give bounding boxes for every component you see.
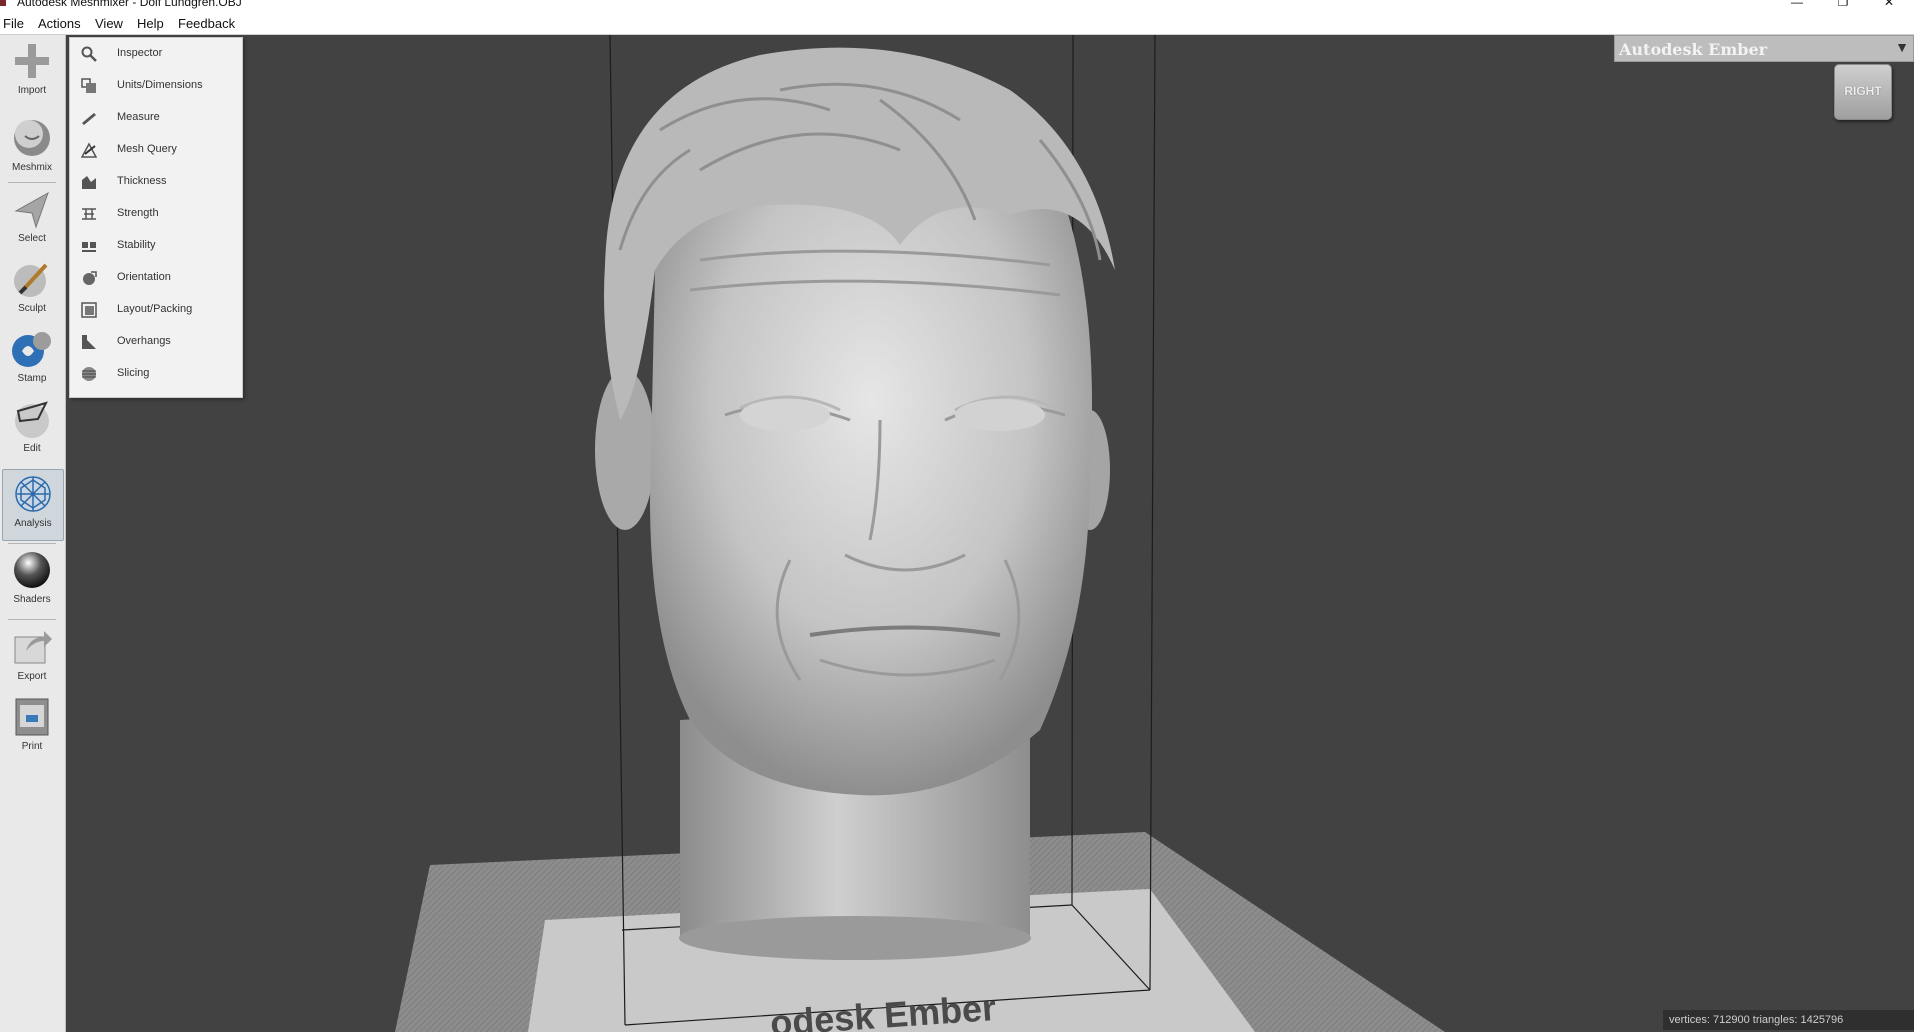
tool-label: Sculpt xyxy=(18,303,46,314)
minimize-button[interactable]: — xyxy=(1782,0,1812,9)
close-button[interactable]: ✕ xyxy=(1874,0,1904,9)
menu-item-label: Inspector xyxy=(117,47,163,59)
menu-item-orientation[interactable]: Orientation xyxy=(70,262,242,294)
menu-item-label: Overhangs xyxy=(117,335,171,347)
menu-item-units-dimensions[interactable]: Units/Dimensions xyxy=(70,70,242,102)
tool-label: Select xyxy=(18,233,46,244)
export-icon xyxy=(14,631,52,664)
menu-item-label: Layout/Packing xyxy=(117,303,193,315)
shader-sphere-icon xyxy=(14,552,50,588)
printer-select[interactable]: Autodesk Ember ▼ xyxy=(1614,35,1914,62)
overhangs-icon xyxy=(82,335,96,349)
edit-sphere-icon xyxy=(15,401,49,438)
model-head xyxy=(650,138,1092,796)
mesh-stats: vertices: 712900 triangles: 1425796 xyxy=(1663,1010,1914,1030)
tool-stamp[interactable]: Stamp xyxy=(2,325,62,395)
tool-label: Stamp xyxy=(17,373,47,384)
mesh-query-icon xyxy=(81,142,97,158)
menu-item-stability[interactable]: Stability xyxy=(70,230,242,262)
tool-print[interactable]: Print xyxy=(2,693,62,763)
scene-render: odesk Ember xyxy=(395,35,1445,1032)
toolbar-divider xyxy=(8,619,56,620)
menu-item-label: Orientation xyxy=(117,271,171,283)
window-title: Autodesk Meshmixer - Dolf Lundgren.OBJ xyxy=(17,0,242,9)
tool-label: Edit xyxy=(23,443,41,454)
sculpt-brush-icon xyxy=(14,263,48,297)
tool-label: Print xyxy=(21,741,43,752)
orientation-icon xyxy=(83,271,97,285)
menu-file[interactable]: File xyxy=(3,16,24,31)
tool-label: Analysis xyxy=(14,518,52,529)
main-toolbar: Import Meshmix Select Sculpt Stamp Edit … xyxy=(0,35,66,1032)
triangle-down-icon: ▼ xyxy=(1895,39,1909,55)
restore-button[interactable]: ❐ xyxy=(1828,0,1858,9)
menu-help[interactable]: Help xyxy=(137,16,164,31)
title-bar: Autodesk Meshmixer - Dolf Lundgren.OBJ —… xyxy=(0,0,1914,12)
analysis-menu: Inspector Units/Dimensions Measure Mesh … xyxy=(69,37,243,398)
analysis-mesh-icon xyxy=(15,476,51,512)
layout-packing-icon xyxy=(81,302,97,318)
tool-export[interactable]: Export xyxy=(2,623,62,693)
menu-item-measure[interactable]: Measure xyxy=(70,102,242,134)
tool-import[interactable]: Import xyxy=(2,37,62,107)
menu-item-slicing[interactable]: Slicing xyxy=(70,358,242,390)
menu-feedback[interactable]: Feedback xyxy=(178,16,235,31)
printer-select-value: Autodesk Ember xyxy=(1619,40,1768,59)
thickness-icon xyxy=(82,176,96,189)
view-cube[interactable]: RIGHT xyxy=(1834,64,1892,120)
tool-edit[interactable]: Edit xyxy=(2,395,62,465)
tool-analysis[interactable]: Analysis xyxy=(2,469,64,541)
app-icon xyxy=(0,0,6,6)
menu-item-layout-packing[interactable]: Layout/Packing xyxy=(70,294,242,326)
menu-item-label: Strength xyxy=(117,207,159,219)
menu-item-overhangs[interactable]: Overhangs xyxy=(70,326,242,358)
slicing-icon xyxy=(82,367,96,381)
strength-icon xyxy=(82,208,96,220)
menu-item-label: Mesh Query xyxy=(117,143,177,155)
tool-label: Export xyxy=(17,671,47,682)
menu-bar: File Actions View Help Feedback xyxy=(0,12,1914,35)
menu-item-thickness[interactable]: Thickness xyxy=(70,166,242,198)
toolbar-divider xyxy=(8,182,56,183)
menu-view[interactable]: View xyxy=(95,16,123,31)
menu-item-label: Stability xyxy=(117,239,156,251)
menu-item-label: Units/Dimensions xyxy=(117,79,203,91)
tool-select[interactable]: Select xyxy=(2,185,62,255)
ruler-icon xyxy=(82,113,96,125)
stamp-icon xyxy=(12,332,51,367)
arrow-pointer-icon xyxy=(14,191,49,229)
plus-icon xyxy=(15,44,49,78)
toolbar-divider xyxy=(8,543,56,544)
tool-label: Import xyxy=(17,85,47,96)
menu-item-mesh-query[interactable]: Mesh Query xyxy=(70,134,242,166)
tool-sculpt[interactable]: Sculpt xyxy=(2,255,62,325)
tool-label: Meshmix xyxy=(11,162,52,173)
tool-meshmix[interactable]: Meshmix xyxy=(2,114,62,184)
menu-actions[interactable]: Actions xyxy=(38,16,81,31)
menu-item-inspector[interactable]: Inspector xyxy=(70,38,242,70)
meshmix-bust-icon xyxy=(14,120,50,156)
units-box-icon xyxy=(81,78,96,93)
tool-shaders[interactable]: Shaders xyxy=(2,546,62,616)
menu-item-strength[interactable]: Strength xyxy=(70,198,242,230)
menu-item-label: Slicing xyxy=(117,367,150,379)
tool-label: Shaders xyxy=(13,594,51,605)
magnifier-icon xyxy=(81,46,97,62)
printer-icon xyxy=(15,698,49,736)
menu-item-label: Measure xyxy=(117,111,160,123)
view-cube-face-label: RIGHT xyxy=(1844,84,1882,98)
stability-icon xyxy=(82,242,96,252)
menu-item-label: Thickness xyxy=(117,175,167,187)
3d-viewport[interactable]: odesk Ember xyxy=(66,35,1914,1032)
